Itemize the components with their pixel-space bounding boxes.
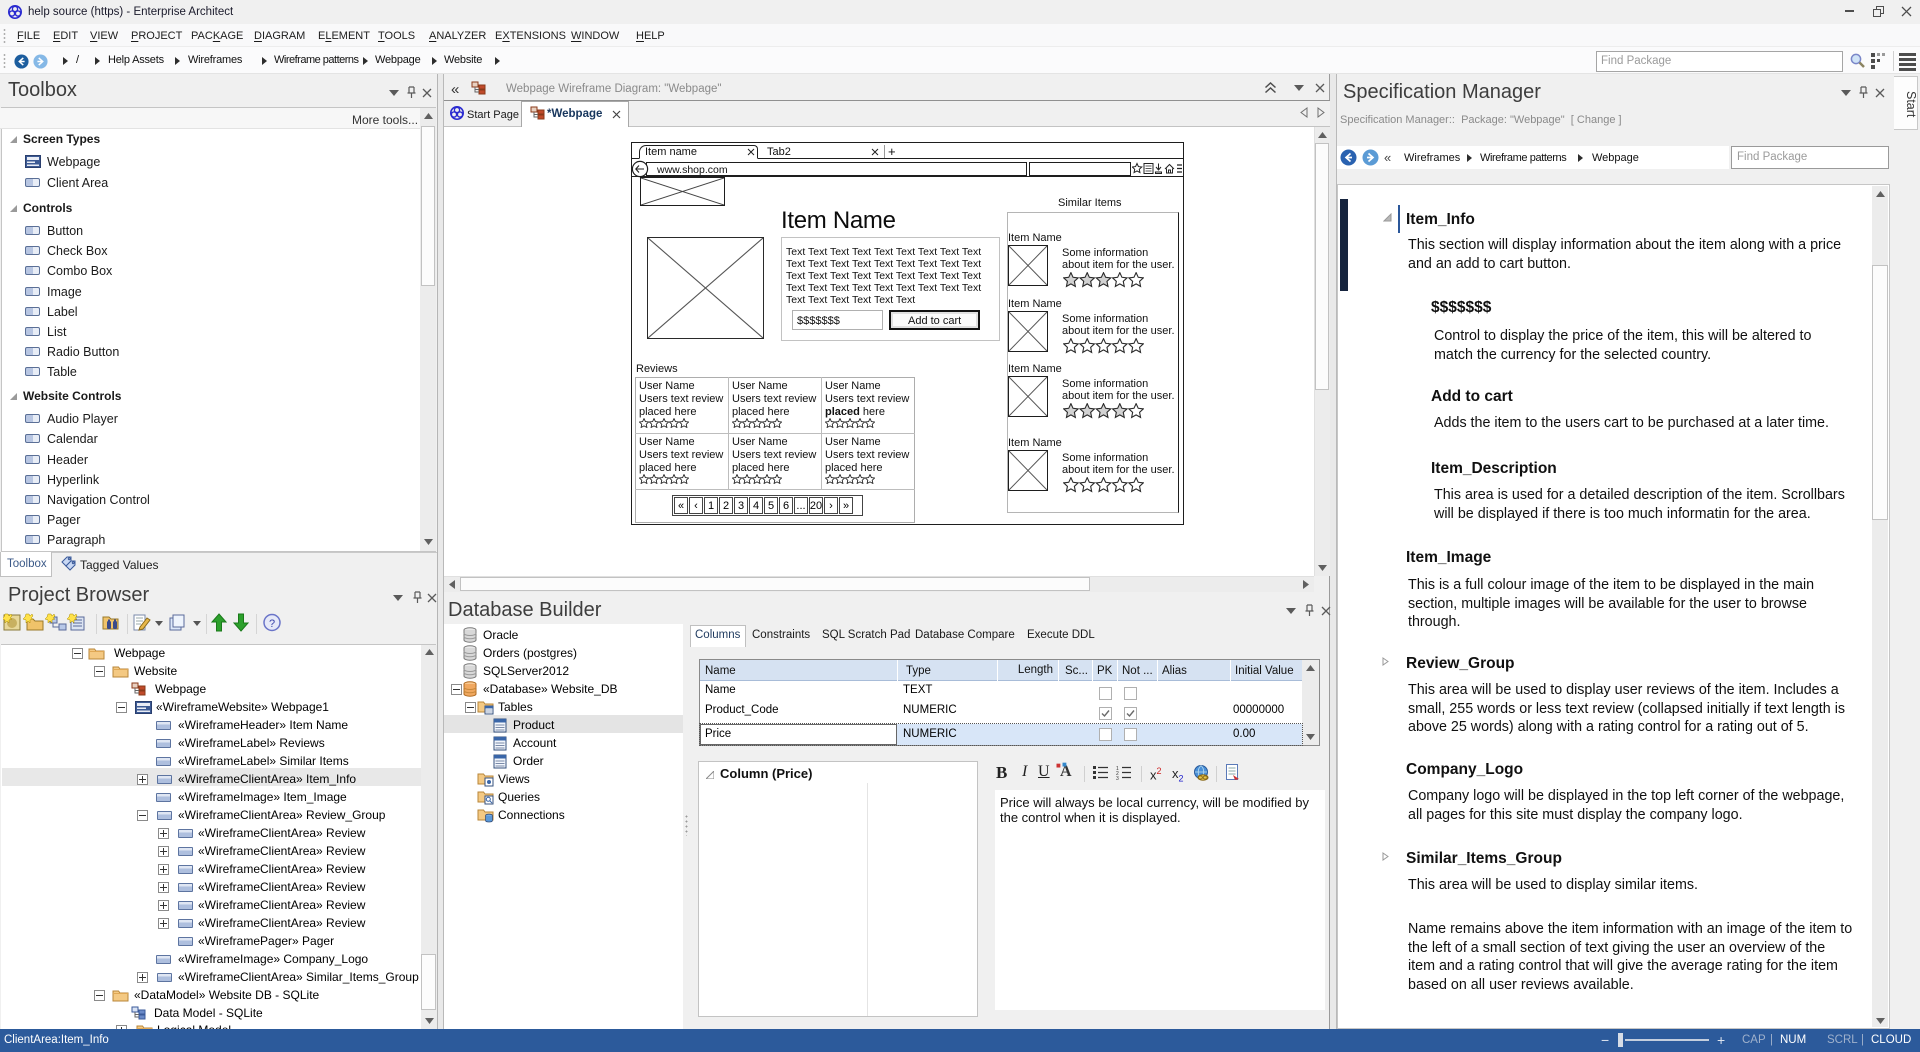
svg-text:?: ? (269, 618, 275, 630)
svg-text:3: 3 (1116, 776, 1119, 780)
